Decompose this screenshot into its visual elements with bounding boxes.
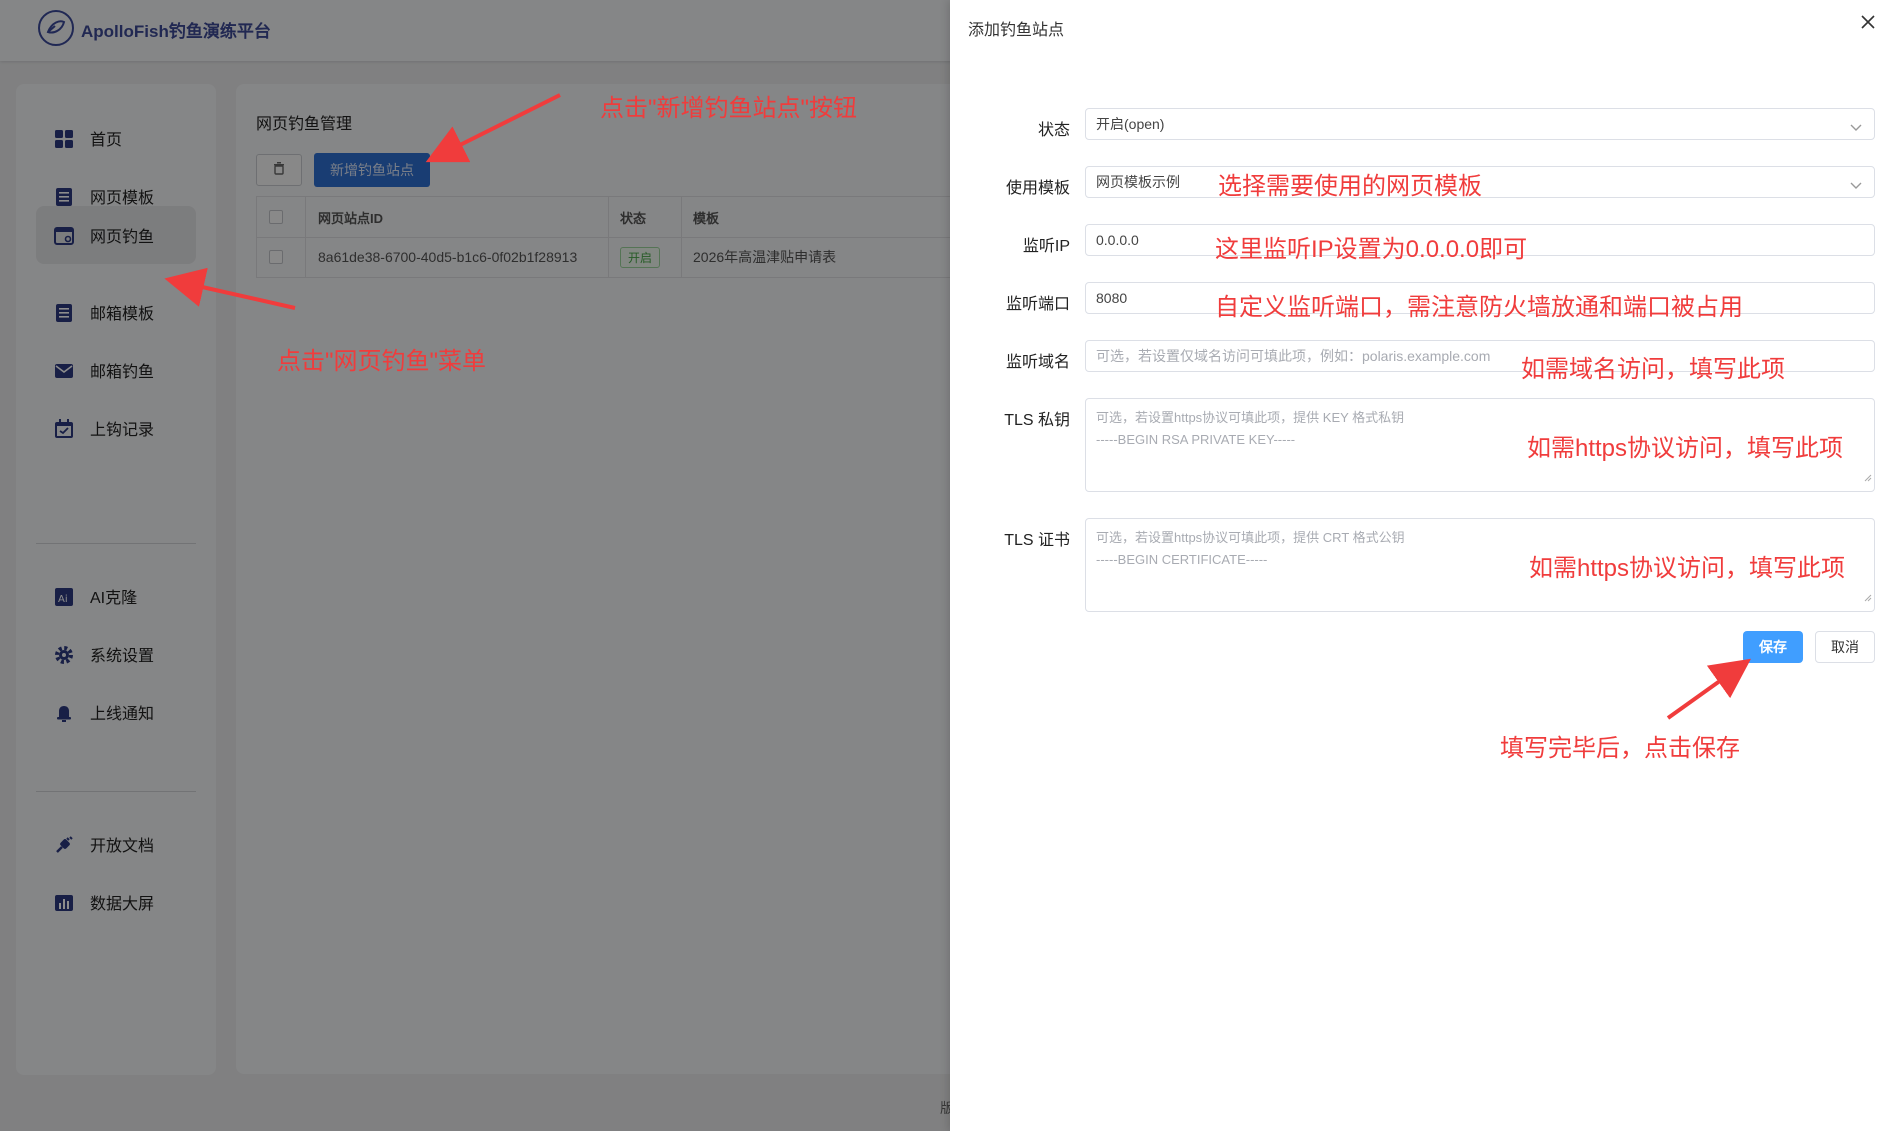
annotation-arrows — [164, 93, 1752, 720]
arrow-to-add-button — [425, 93, 561, 163]
arrow-to-menu — [164, 267, 296, 310]
arrow-to-save — [1666, 658, 1752, 720]
